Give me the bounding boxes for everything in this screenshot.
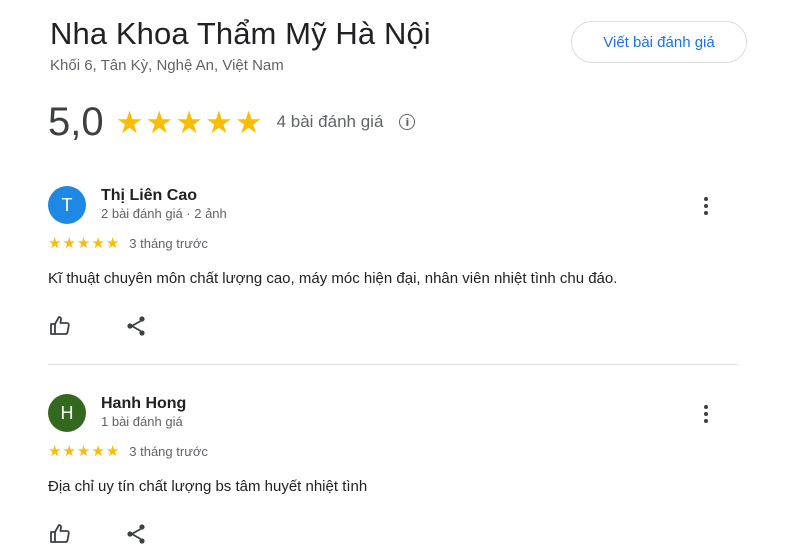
reviewer-name[interactable]: Thị Liên Cao	[101, 187, 197, 205]
review-rating: ★ ★ ★ ★ ★ 3 tháng trước	[48, 444, 208, 459]
info-icon[interactable]: i	[399, 114, 416, 130]
star-icon: ★	[105, 235, 120, 252]
rating-value: 5,0	[48, 99, 104, 144]
place-title: Nha Khoa Thẩm Mỹ Hà Nội	[50, 16, 431, 51]
star-icon: ★	[62, 443, 76, 460]
star-icon: ★	[76, 443, 91, 460]
more-options-icon[interactable]	[694, 402, 718, 426]
rating-summary: 5,0 ★ ★ ★ ★ ★ 4 bài đánh giá i	[48, 98, 416, 146]
review-divider	[48, 364, 738, 365]
star-icon: ★	[91, 235, 105, 252]
review-text: Kĩ thuật chuyên môn chất lượng cao, máy …	[48, 270, 618, 287]
star-icon: ★	[234, 104, 263, 140]
more-options-icon[interactable]	[694, 194, 718, 218]
star-icon: ★	[145, 104, 174, 140]
review-stars: ★ ★ ★ ★ ★	[48, 236, 119, 251]
avatar[interactable]: T	[48, 186, 86, 224]
star-icon: ★	[48, 235, 62, 252]
thumbs-up-icon[interactable]	[48, 522, 72, 546]
review-stars: ★ ★ ★ ★ ★	[48, 444, 119, 459]
star-icon: ★	[76, 235, 91, 252]
place-address: Khối 6, Tân Kỳ, Nghệ An, Việt Nam	[50, 57, 284, 74]
review-time: 3 tháng trước	[129, 444, 208, 459]
review-count: 4 bài đánh giá	[276, 112, 384, 131]
reviewer-name[interactable]: Hanh Hong	[101, 395, 186, 413]
star-icon: ★	[48, 443, 62, 460]
star-icon: ★	[62, 235, 76, 252]
review-rating: ★ ★ ★ ★ ★ 3 tháng trước	[48, 236, 208, 251]
star-icon: ★	[205, 104, 233, 140]
reviewer-meta: 2 bài đánh giá · 2 ảnh	[101, 206, 227, 221]
avatar[interactable]: H	[48, 394, 86, 432]
star-icon: ★	[175, 104, 203, 140]
rating-stars: ★ ★ ★ ★ ★	[116, 107, 263, 138]
share-icon[interactable]	[124, 522, 148, 546]
star-icon: ★	[115, 104, 144, 140]
reviewer-meta: 1 bài đánh giá	[101, 414, 183, 429]
share-icon[interactable]	[124, 314, 148, 338]
review-time: 3 tháng trước	[129, 236, 208, 251]
review-text: Địa chỉ uy tín chất lượng bs tâm huyết n…	[48, 478, 368, 495]
star-icon: ★	[105, 443, 120, 460]
write-review-button[interactable]: Viết bài đánh giá	[571, 21, 747, 63]
star-icon: ★	[91, 443, 105, 460]
thumbs-up-icon[interactable]	[48, 314, 72, 338]
